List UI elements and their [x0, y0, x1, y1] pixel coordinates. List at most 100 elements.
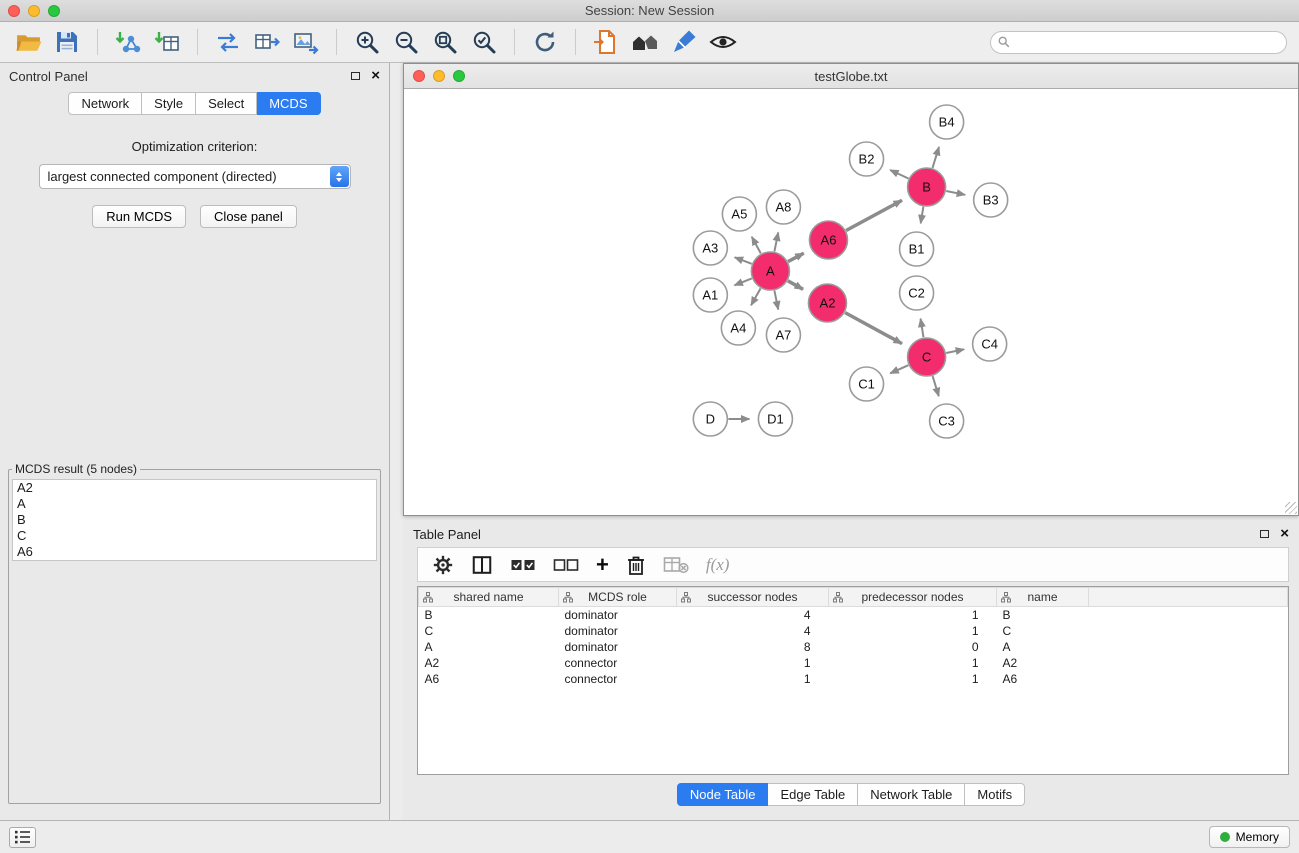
- column-header-shared-name[interactable]: shared name: [419, 588, 559, 607]
- mcds-result-list[interactable]: A2ABCA6: [12, 479, 377, 561]
- zoom-in-button[interactable]: [351, 26, 383, 58]
- graph-node-A1[interactable]: A1: [693, 278, 727, 312]
- show-columns-button[interactable]: [471, 554, 493, 576]
- graph-node-C3[interactable]: C3: [930, 404, 964, 438]
- graph-node-C4[interactable]: C4: [973, 327, 1007, 361]
- graph-node-B3[interactable]: B3: [974, 183, 1008, 217]
- delete-table-button[interactable]: [663, 555, 689, 575]
- zoom-window-button[interactable]: [48, 5, 60, 17]
- float-panel-icon[interactable]: [351, 72, 360, 80]
- table-row[interactable]: A6connector11A6: [419, 671, 1288, 687]
- tab-mcds[interactable]: MCDS: [257, 92, 320, 115]
- criterion-dropdown[interactable]: largest connected component (directed): [39, 164, 351, 189]
- mcds-result-item[interactable]: A: [13, 496, 376, 512]
- search-input[interactable]: [1015, 35, 1279, 49]
- tab-edge-table[interactable]: Edge Table: [768, 783, 858, 806]
- mcds-result-item[interactable]: C: [13, 528, 376, 544]
- graph-node-B4[interactable]: B4: [930, 105, 964, 139]
- tab-network-table[interactable]: Network Table: [858, 783, 965, 806]
- graph-edge-B-B3[interactable]: [946, 191, 965, 195]
- table-row[interactable]: Adominator80A: [419, 639, 1288, 655]
- float-table-panel-icon[interactable]: [1260, 530, 1269, 538]
- add-column-button[interactable]: +: [596, 555, 609, 575]
- zoom-selected-button[interactable]: [468, 26, 500, 58]
- memory-button[interactable]: Memory: [1209, 826, 1290, 848]
- close-panel-button[interactable]: Close panel: [200, 205, 297, 228]
- table-settings-button[interactable]: [432, 554, 454, 576]
- graph-node-A6[interactable]: A6: [809, 221, 847, 259]
- graph-edge-B-B1[interactable]: [921, 207, 924, 224]
- graph-node-A8[interactable]: A8: [766, 190, 800, 224]
- graph-edge-A-A6[interactable]: [788, 253, 804, 261]
- table-row[interactable]: Cdominator41C: [419, 623, 1288, 639]
- network-minimize-button[interactable]: [433, 70, 445, 82]
- graph-edge-A6-B[interactable]: [846, 200, 902, 230]
- tab-node-table[interactable]: Node Table: [677, 783, 769, 806]
- graph-edge-A-A8[interactable]: [774, 233, 778, 252]
- tab-network[interactable]: Network: [68, 92, 142, 115]
- tab-select[interactable]: Select: [196, 92, 257, 115]
- tab-style[interactable]: Style: [142, 92, 196, 115]
- deselect-all-button[interactable]: [553, 555, 579, 575]
- mcds-result-item[interactable]: A6: [13, 544, 376, 560]
- open-session-button[interactable]: [12, 26, 44, 58]
- refresh-view-button[interactable]: [529, 26, 561, 58]
- graph-node-B2[interactable]: B2: [849, 142, 883, 176]
- save-session-button[interactable]: [51, 26, 83, 58]
- minimize-window-button[interactable]: [28, 5, 40, 17]
- graph-node-D1[interactable]: D1: [758, 402, 792, 436]
- graph-edge-C-C1[interactable]: [890, 365, 908, 373]
- graph-edge-C-C4[interactable]: [946, 349, 964, 353]
- graph-node-A4[interactable]: A4: [721, 311, 755, 345]
- function-builder-button[interactable]: f(x): [706, 555, 730, 575]
- graph-edge-A-A4[interactable]: [751, 288, 761, 305]
- import-table-button[interactable]: [151, 26, 183, 58]
- task-history-button[interactable]: [9, 827, 36, 848]
- graph-edge-C-C3[interactable]: [933, 376, 939, 396]
- graph-edge-C-C2[interactable]: [921, 319, 924, 338]
- graph-node-B[interactable]: B: [908, 168, 946, 206]
- zoom-out-button[interactable]: [390, 26, 422, 58]
- apply-style-button[interactable]: [668, 26, 700, 58]
- graph-edge-A-A5[interactable]: [752, 237, 761, 254]
- column-header-mcds-role[interactable]: MCDS role: [559, 588, 677, 607]
- graph-node-D[interactable]: D: [693, 402, 727, 436]
- export-network-button[interactable]: [212, 26, 244, 58]
- column-header-successor-nodes[interactable]: successor nodes: [677, 588, 829, 607]
- run-mcds-button[interactable]: Run MCDS: [92, 205, 186, 228]
- zoom-fit-button[interactable]: [429, 26, 461, 58]
- graph-node-C[interactable]: C: [908, 338, 946, 376]
- graph-edge-A-A2[interactable]: [788, 281, 803, 290]
- column-header-predecessor-nodes[interactable]: predecessor nodes: [829, 588, 997, 607]
- close-panel-icon[interactable]: ×: [371, 71, 380, 81]
- node-table-container[interactable]: shared name MCDS role successor nodes pr…: [417, 586, 1289, 775]
- delete-column-button[interactable]: [626, 554, 646, 576]
- close-table-panel-icon[interactable]: ×: [1280, 529, 1289, 539]
- export-image-button[interactable]: [290, 26, 322, 58]
- graph-edge-A-A7[interactable]: [774, 291, 778, 310]
- table-row[interactable]: A2connector11A2: [419, 655, 1288, 671]
- open-document-button[interactable]: [590, 26, 622, 58]
- graph-edge-A-A1[interactable]: [734, 278, 751, 285]
- graph-node-A5[interactable]: A5: [722, 197, 756, 231]
- home-button[interactable]: [629, 26, 661, 58]
- network-zoom-button[interactable]: [453, 70, 465, 82]
- search-box[interactable]: [990, 31, 1287, 54]
- graph-edge-A-A3[interactable]: [735, 257, 752, 264]
- graph-node-A2[interactable]: A2: [808, 284, 846, 322]
- graph-node-C2[interactable]: C2: [900, 276, 934, 310]
- network-close-button[interactable]: [413, 70, 425, 82]
- network-graph[interactable]: B4B2BB3A8A5A6A3B1AC2A1A2A4A7C4CC1C3DD1: [404, 89, 1298, 515]
- import-network-button[interactable]: [112, 26, 144, 58]
- graph-node-A3[interactable]: A3: [693, 231, 727, 265]
- graph-node-C1[interactable]: C1: [849, 367, 883, 401]
- export-table-button[interactable]: [251, 26, 283, 58]
- close-window-button[interactable]: [8, 5, 20, 17]
- graph-node-A7[interactable]: A7: [766, 318, 800, 352]
- tab-motifs[interactable]: Motifs: [965, 783, 1025, 806]
- graph-edge-B-B4[interactable]: [932, 147, 939, 168]
- column-header-name[interactable]: name: [997, 588, 1089, 607]
- graph-edge-B-B2[interactable]: [890, 170, 908, 179]
- graph-node-B1[interactable]: B1: [900, 232, 934, 266]
- mcds-result-item[interactable]: B: [13, 512, 376, 528]
